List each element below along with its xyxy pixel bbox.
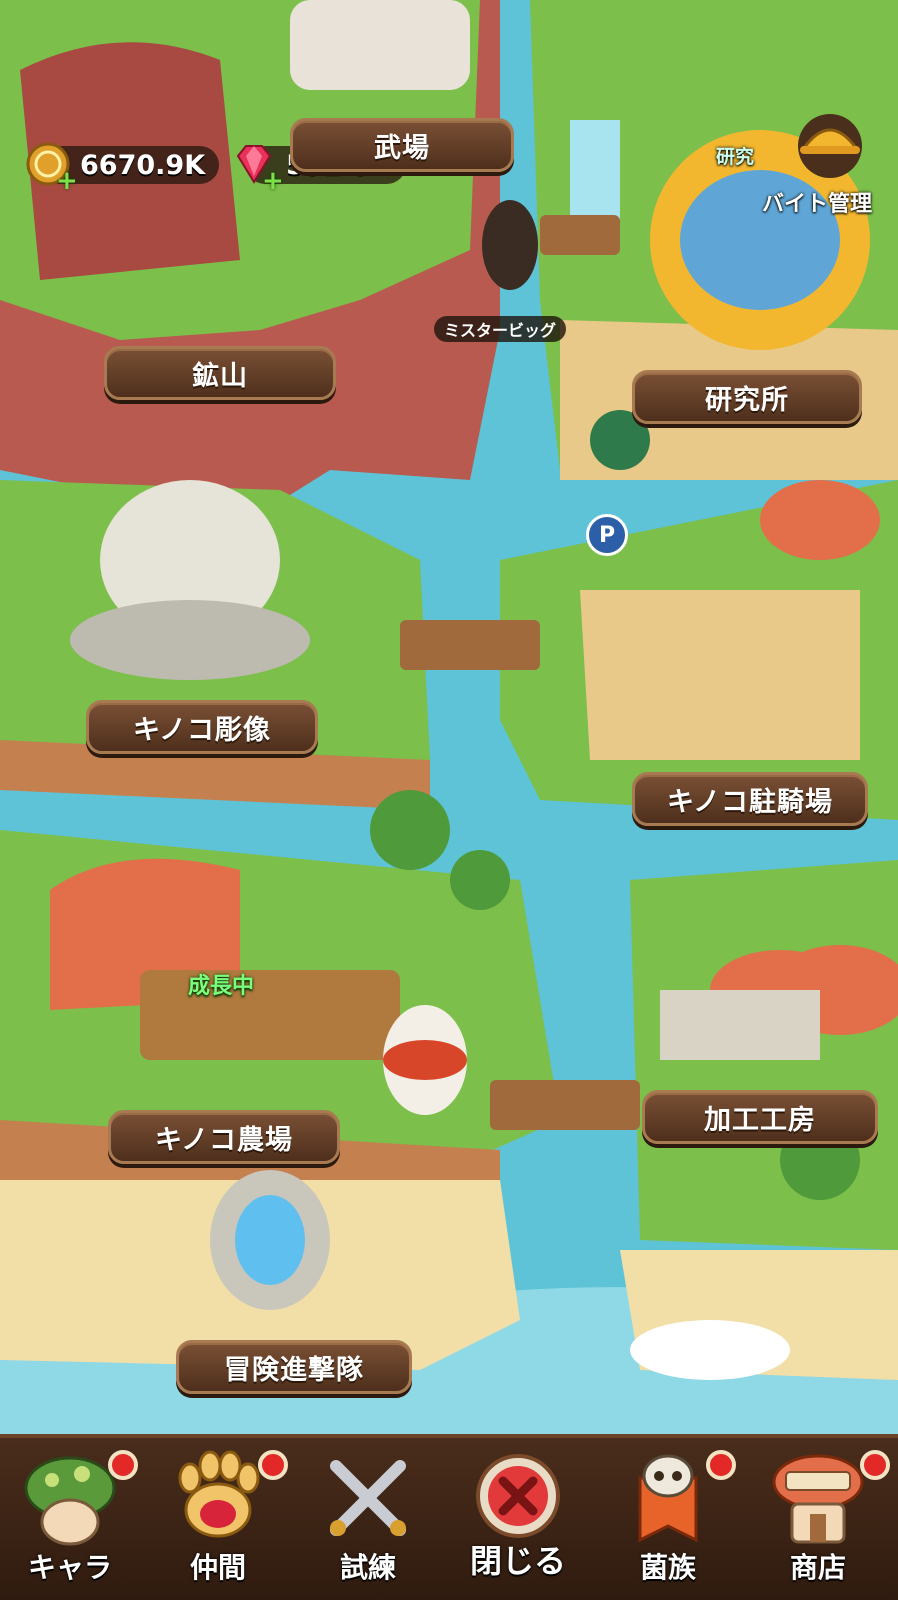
add-gem-icon[interactable]: + (262, 166, 284, 196)
nav-clan-label: 菌族 (639, 1551, 696, 1584)
hard-hat-icon (798, 114, 862, 178)
nav-close-label: 閉じる (469, 1542, 566, 1580)
location-mine-label: 鉱山 (192, 360, 248, 392)
location-mushroom-parking[interactable]: キノコ駐騎場 (632, 772, 868, 826)
nav-character-label: キャラ (27, 1551, 112, 1584)
world-map: + 6670.9K + 592.9K 武場 鉱山 研究所 キノコ彫像 キノコ駐騎… (0, 0, 898, 1434)
location-adventure-squad[interactable]: 冒険進撃隊 (176, 1340, 412, 1394)
nav-shop-label: 商店 (789, 1551, 846, 1584)
nav-character-badge (108, 1450, 138, 1480)
crossed-swords-icon (330, 1460, 406, 1536)
location-adventure-squad-label: 冒険進撃隊 (224, 1354, 364, 1386)
location-research-lab[interactable]: 研究所 (632, 370, 862, 424)
parking-sign: P (586, 514, 628, 556)
nav-companions-label: 仲間 (189, 1551, 246, 1584)
nav-companions[interactable]: 仲間 (148, 1438, 288, 1600)
location-arena-label: 武場 (374, 132, 430, 164)
nav-clan-badge (706, 1450, 736, 1480)
close-icon (476, 1454, 560, 1538)
location-processing-workshop[interactable]: 加工工房 (642, 1090, 878, 1144)
shop-icon (772, 1454, 864, 1544)
location-processing-workshop-label: 加工工房 (704, 1104, 816, 1136)
mushroom-character-icon (24, 1456, 116, 1546)
nav-shop-badge (860, 1450, 890, 1480)
add-gold-icon[interactable]: + (56, 166, 78, 196)
gold-value: 6670.9K (80, 149, 206, 181)
research-label: 研究 (716, 146, 755, 168)
bottom-nav: キャラ 仲間 試練 閉じる 菌族 商店 (0, 1434, 898, 1600)
farm-status-label: 成長中 (188, 974, 255, 999)
nav-trials-label: 試練 (339, 1551, 396, 1584)
nav-clan[interactable]: 菌族 (598, 1438, 738, 1600)
part-time-management-label: バイト管理 (762, 192, 873, 217)
location-arena[interactable]: 武場 (290, 118, 514, 172)
location-mine[interactable]: 鉱山 (104, 346, 336, 400)
nav-companions-badge (258, 1450, 288, 1480)
skull-banner-icon (638, 1454, 698, 1543)
paw-icon (178, 1450, 260, 1538)
location-mushroom-farm[interactable]: キノコ農場 (108, 1110, 340, 1164)
location-mushroom-farm-label: キノコ農場 (154, 1124, 294, 1156)
nav-close[interactable]: 閉じる (448, 1438, 588, 1600)
nav-shop[interactable]: 商店 (748, 1438, 890, 1600)
location-research-lab-label: 研究所 (705, 384, 789, 416)
location-mushroom-statue[interactable]: キノコ彫像 (86, 700, 318, 754)
location-mushroom-parking-label: キノコ駐騎場 (666, 786, 834, 818)
nav-trials[interactable]: 試練 (298, 1438, 438, 1600)
parking-sign-label: P (598, 522, 616, 548)
nav-character[interactable]: キャラ (0, 1438, 140, 1600)
location-mushroom-statue-label: キノコ彫像 (132, 714, 272, 746)
npc-name-tag[interactable]: ミスタービッグ (434, 316, 567, 342)
gold-counter[interactable]: + 6670.9K (26, 142, 220, 196)
